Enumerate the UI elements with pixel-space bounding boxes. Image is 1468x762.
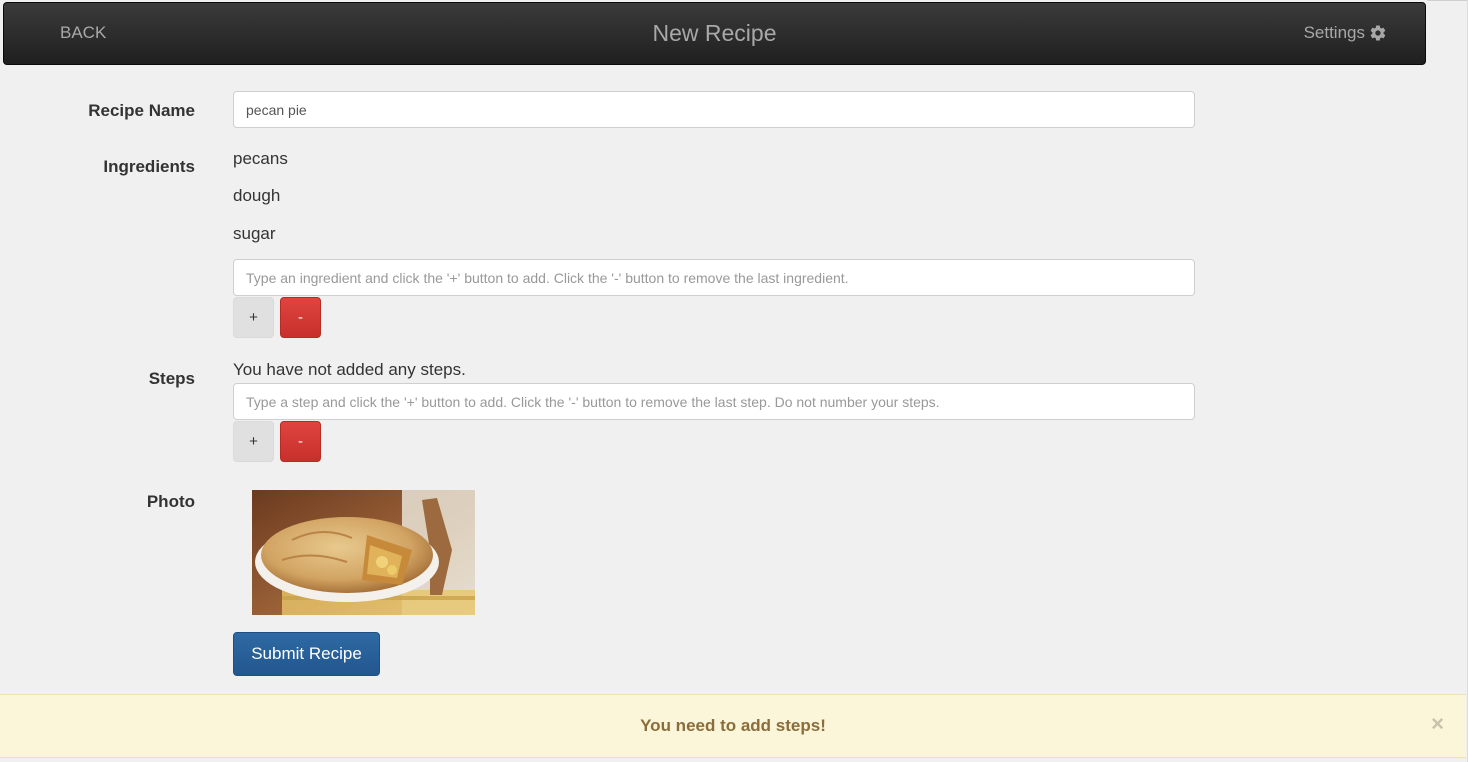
page-title: New Recipe (652, 20, 777, 46)
settings-button[interactable]: Settings (1304, 23, 1387, 43)
alert-message: You need to add steps! (640, 716, 826, 735)
submit-recipe-button[interactable]: Submit Recipe (233, 632, 380, 676)
ingredients-label: Ingredients (103, 157, 195, 176)
top-navbar: BACK New Recipe Settings (3, 2, 1426, 65)
settings-label: Settings (1303, 23, 1365, 42)
ingredient-item: pecans (233, 149, 288, 168)
steps-label: Steps (148, 369, 195, 388)
recipe-name-label: Recipe Name (88, 101, 195, 120)
remove-ingredient-button[interactable]: - (280, 297, 321, 338)
add-step-button[interactable]: + (233, 421, 274, 462)
ingredient-item: sugar (233, 224, 276, 243)
photo-label: Photo (146, 492, 195, 511)
remove-step-button[interactable]: - (280, 421, 321, 462)
add-ingredient-button[interactable]: + (233, 297, 274, 338)
recipe-photo (252, 490, 475, 615)
steps-empty-message: You have not added any steps. (233, 360, 466, 379)
warning-alert: You need to add steps! × (0, 694, 1466, 758)
ingredient-input[interactable] (233, 259, 1195, 296)
gear-icon (1369, 24, 1387, 42)
new-recipe-page: BACK New Recipe Settings Recipe Name Ing… (0, 0, 1468, 762)
step-input[interactable] (233, 383, 1195, 420)
ingredient-item: dough (233, 186, 281, 205)
close-icon[interactable]: × (1431, 713, 1444, 735)
recipe-name-input[interactable] (233, 91, 1195, 128)
window-edge (1427, 0, 1468, 1)
